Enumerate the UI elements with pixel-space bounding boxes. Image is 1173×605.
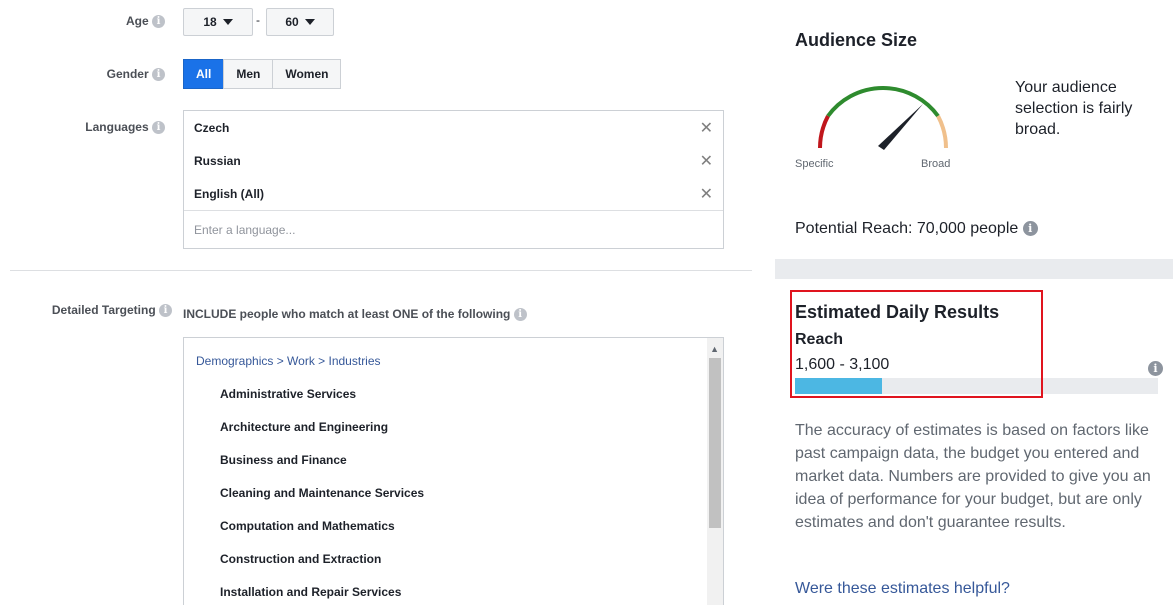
age-dash: - — [256, 13, 260, 27]
close-icon[interactable]: ✕ — [700, 184, 713, 204]
gauge-orange-segment — [936, 115, 948, 149]
targeting-list[interactable]: Demographics > Work > Industries Adminis… — [183, 337, 724, 605]
gender-all-button[interactable]: All — [183, 59, 225, 89]
scrollbar[interactable]: ▲ — [707, 338, 723, 605]
gender-men-button[interactable]: Men — [223, 59, 274, 89]
list-item[interactable]: Construction and Extraction — [220, 552, 381, 566]
language-input[interactable]: Enter a language... — [184, 210, 723, 248]
gender-women-button[interactable]: Women — [272, 59, 342, 89]
age-label: Age i — [100, 14, 165, 29]
gauge-needle — [878, 104, 923, 150]
info-icon[interactable]: i — [1022, 221, 1038, 237]
list-item[interactable]: Cleaning and Maintenance Services — [220, 486, 424, 500]
gauge-broad-label: Broad — [921, 158, 951, 170]
info-icon[interactable]: i — [159, 304, 172, 318]
gauge-specific-label: Specific — [795, 158, 834, 170]
close-icon[interactable]: ✕ — [700, 118, 713, 138]
highlight-box — [790, 290, 1043, 398]
languages-label-text: Languages — [85, 120, 149, 134]
audience-gauge — [818, 86, 948, 150]
info-icon[interactable]: i — [513, 308, 527, 322]
helpful-link[interactable]: Were these estimates helpful? — [795, 580, 1010, 598]
info-icon[interactable]: i — [152, 121, 165, 135]
section-divider — [10, 270, 752, 271]
list-item[interactable]: Business and Finance — [220, 453, 347, 467]
languages-box: Czech ✕ Russian ✕ English (All) ✕ Enter … — [183, 110, 724, 249]
detailed-targeting-label-text: Detailed Targeting — [51, 303, 156, 317]
age-label-text: Age — [125, 14, 149, 28]
caret-down-icon — [304, 19, 315, 25]
info-icon[interactable]: i — [152, 68, 165, 82]
potential-reach: Potential Reach: 70,000 people i — [795, 220, 1038, 238]
gender-selector: All Men Women — [183, 59, 342, 89]
audience-size-title: Audience Size — [795, 30, 918, 50]
list-item[interactable]: Administrative Services — [220, 387, 356, 401]
section-separator — [775, 259, 1173, 279]
close-icon[interactable]: ✕ — [700, 151, 713, 171]
scroll-thumb[interactable] — [709, 358, 721, 528]
language-item: Russian ✕ — [184, 144, 723, 177]
age-min-select[interactable]: 18 — [183, 8, 253, 36]
list-item[interactable]: Installation and Repair Services — [220, 585, 401, 599]
include-text: INCLUDE people who match at least ONE of… — [183, 307, 511, 321]
gender-label-text: Gender — [106, 67, 149, 81]
scroll-up-arrow-icon[interactable]: ▲ — [710, 344, 719, 354]
potential-reach-text: Potential Reach: 70,000 people — [795, 220, 1019, 237]
breadcrumb[interactable]: Demographics > Work > Industries — [196, 354, 381, 368]
language-name: Czech — [194, 120, 230, 135]
age-max-select[interactable]: 60 — [266, 8, 334, 36]
language-name: English (All) — [194, 186, 264, 201]
audience-description: Your audience selection is fairly broad. — [1015, 79, 1133, 138]
gender-label: Gender i — [70, 67, 165, 82]
age-min-value: 18 — [203, 15, 217, 29]
gauge-red-segment — [818, 115, 830, 149]
language-item: Czech ✕ — [184, 111, 723, 144]
age-max-value: 60 — [285, 15, 299, 29]
gauge-green-segment — [826, 86, 940, 118]
list-item[interactable]: Computation and Mathematics — [220, 519, 395, 533]
include-instruction: INCLUDE people who match at least ONE of… — [183, 307, 527, 322]
info-icon[interactable]: i — [152, 15, 165, 29]
accuracy-note: The accuracy of estimates is based on fa… — [795, 422, 1151, 531]
languages-label: Languages i — [40, 120, 165, 135]
detailed-targeting-label: Detailed Targeting i — [10, 303, 172, 318]
list-item[interactable]: Architecture and Engineering — [220, 420, 388, 434]
info-icon[interactable]: i — [1148, 361, 1163, 376]
caret-down-icon — [222, 19, 233, 25]
language-name: Russian — [194, 153, 241, 168]
language-item: English (All) ✕ — [184, 177, 723, 210]
